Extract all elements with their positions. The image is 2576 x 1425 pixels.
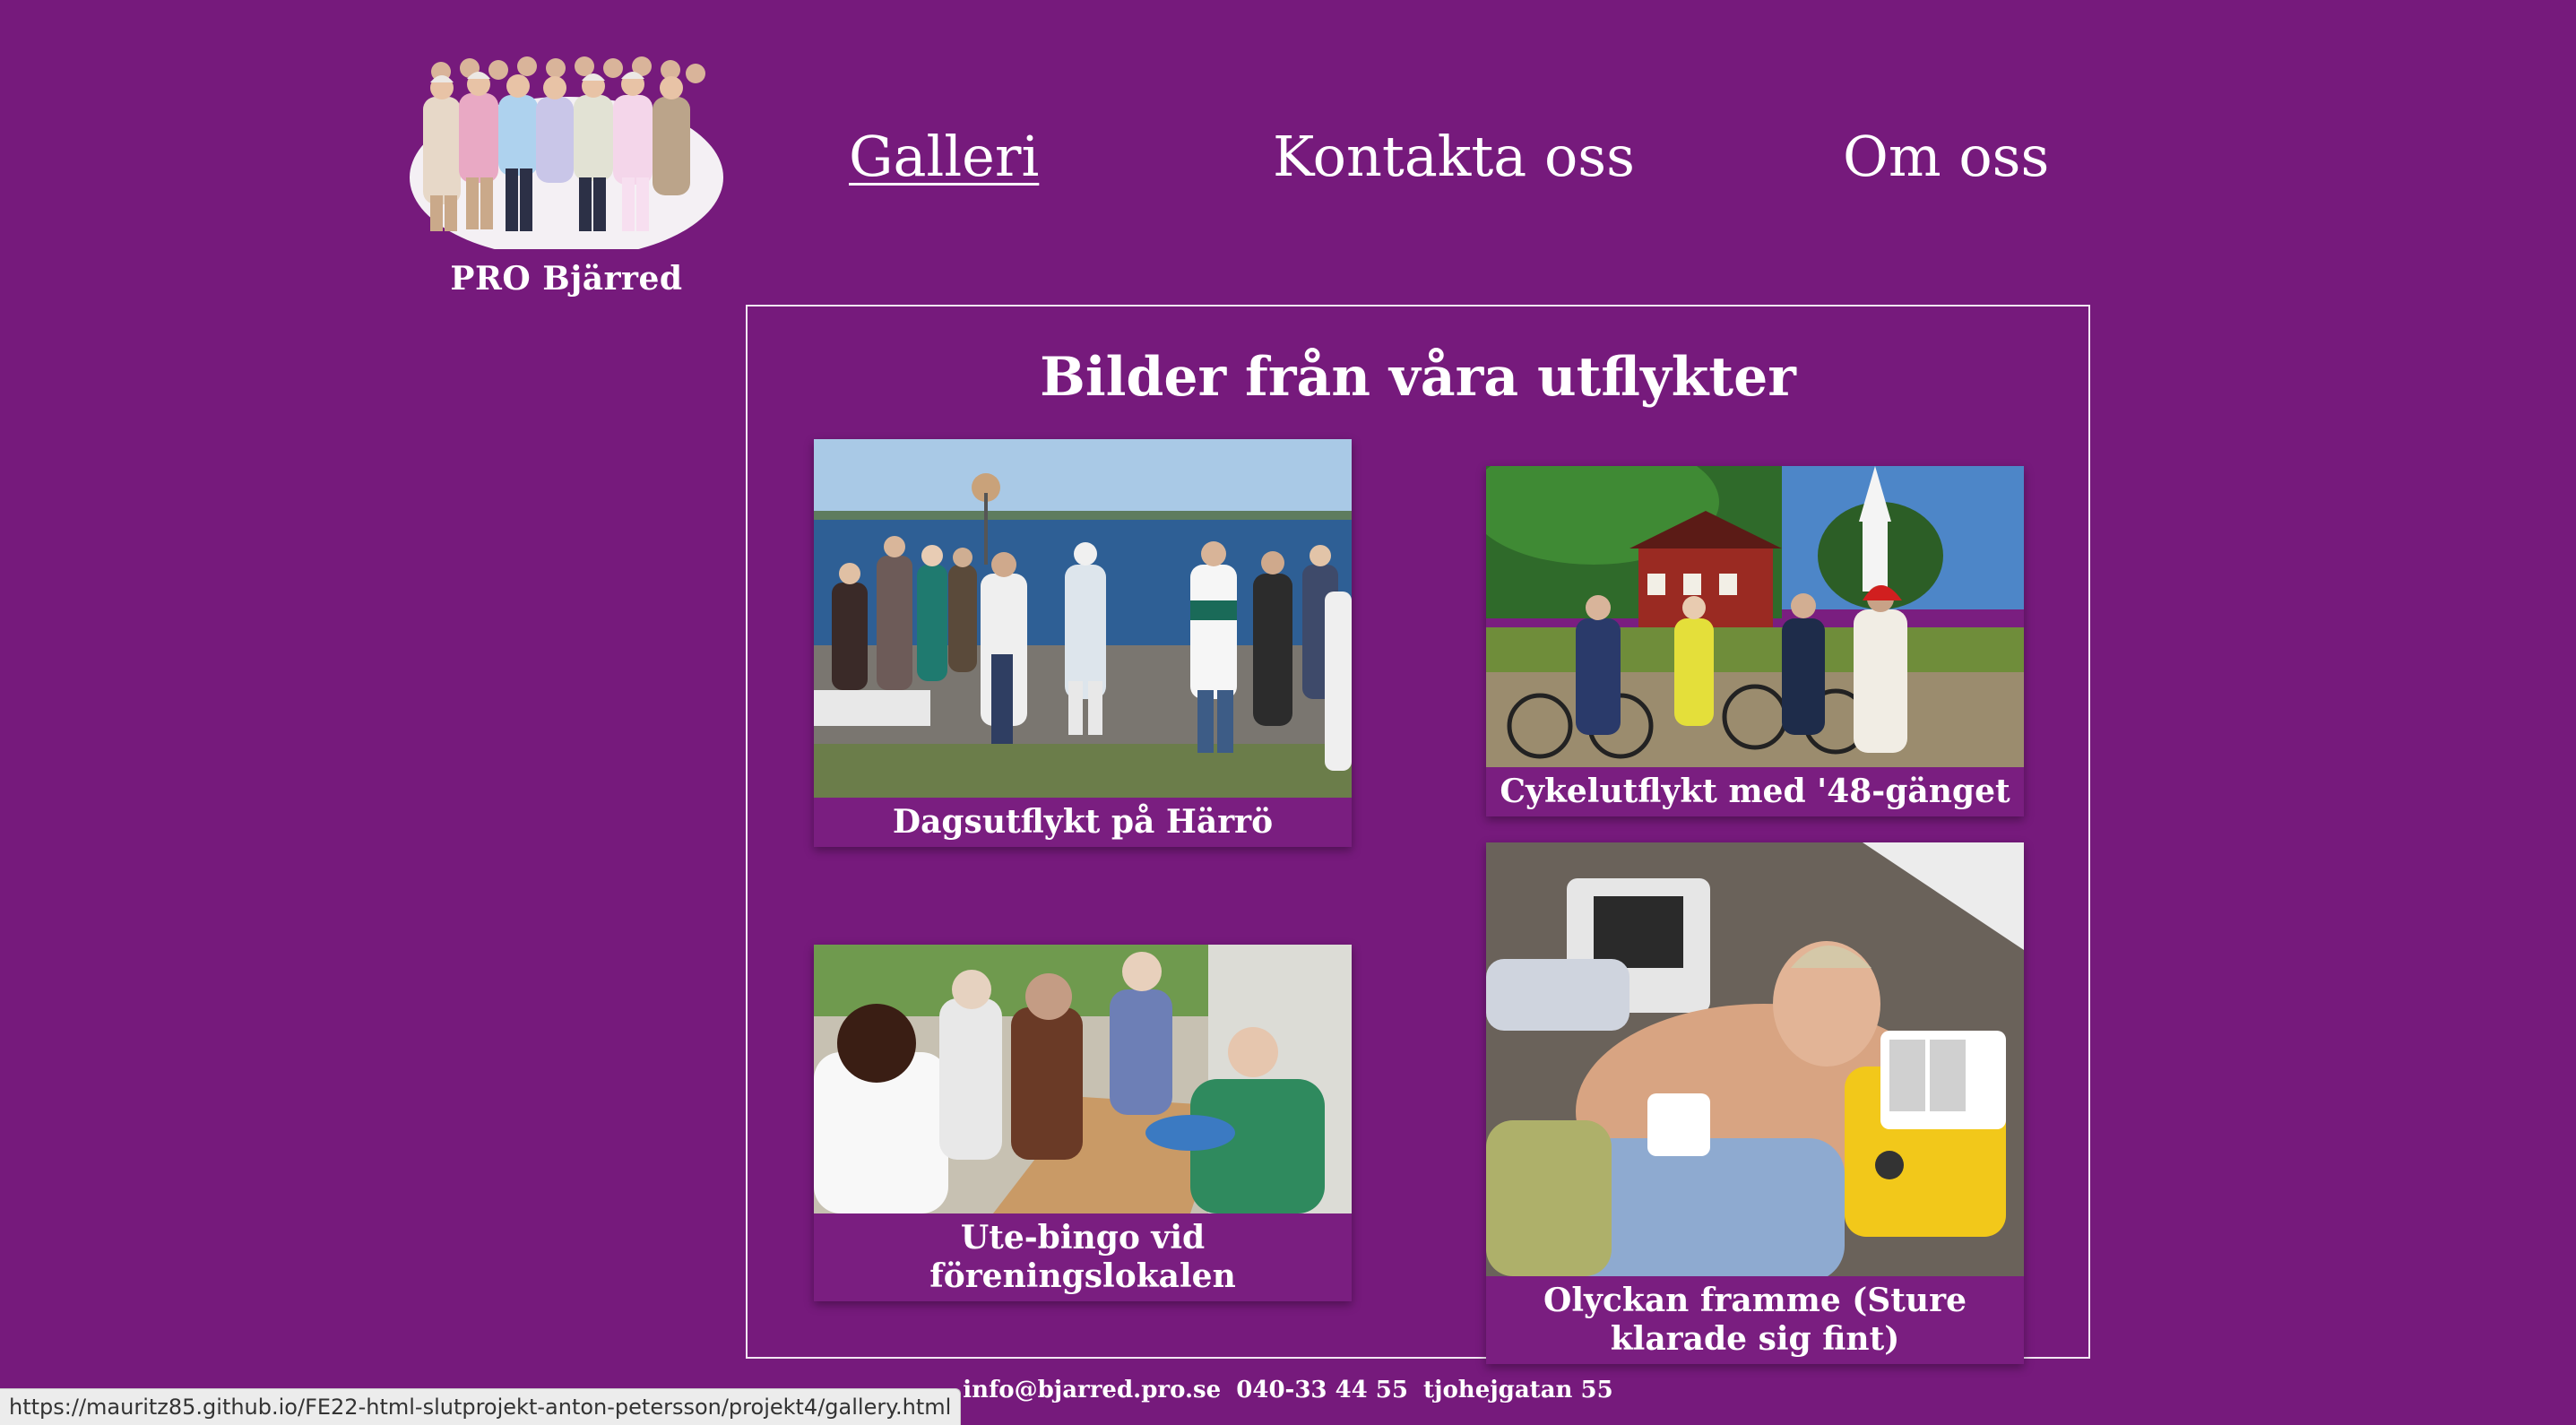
gallery-caption: Ute-bingo vid föreningslokalen (929, 1219, 1236, 1296)
group-photo-logo-icon (387, 43, 746, 249)
status-bar-url: https://mauritz85.github.io/FE22-html-sl… (0, 1388, 962, 1425)
footer-email[interactable]: info@bjarred.pro.se (963, 1377, 1221, 1403)
nav-link-galleri[interactable]: Galleri (849, 124, 1039, 190)
site-name: PRO Bjärred (450, 260, 683, 298)
gallery-caption: Olyckan framme (Sture klarade sig fint) (1543, 1282, 1967, 1359)
gallery-card: Cykelutflykt med '48-gänget (1486, 466, 2024, 817)
gallery-caption: Dagsutflykt på Härrö (892, 803, 1274, 841)
nav-link-kontakta-oss[interactable]: Kontakta oss (1273, 124, 1635, 190)
defibrillator-photo (1486, 842, 2024, 1276)
nav-link-om-oss[interactable]: Om oss (1843, 124, 2049, 190)
footer-phone: 040-33 44 55 (1236, 1377, 1408, 1403)
outdoor-bingo-photo (814, 945, 1352, 1213)
gallery-card: Ute-bingo vid föreningslokalen (814, 945, 1352, 1302)
gallery-section: Bilder från våra utflykter Dagsutflykt p… (746, 305, 2090, 1365)
gallery-caption: Cykelutflykt med '48-gänget (1500, 773, 2010, 810)
cyclists-church-photo (1486, 466, 2024, 767)
gallery-card: Dagsutflykt på Härrö (814, 439, 1352, 848)
gallery-title: Bilder från våra utflykter (1040, 346, 1796, 409)
footer-address: tjohejgatan 55 (1423, 1377, 1613, 1403)
page: PRO Bjärred Galleri Kontakta oss Om oss … (0, 0, 2576, 1425)
group-by-sea-photo (814, 439, 1352, 798)
logo-image[interactable] (387, 43, 746, 249)
gallery-card: Olyckan framme (Sture klarade sig fint) (1486, 842, 2024, 1365)
